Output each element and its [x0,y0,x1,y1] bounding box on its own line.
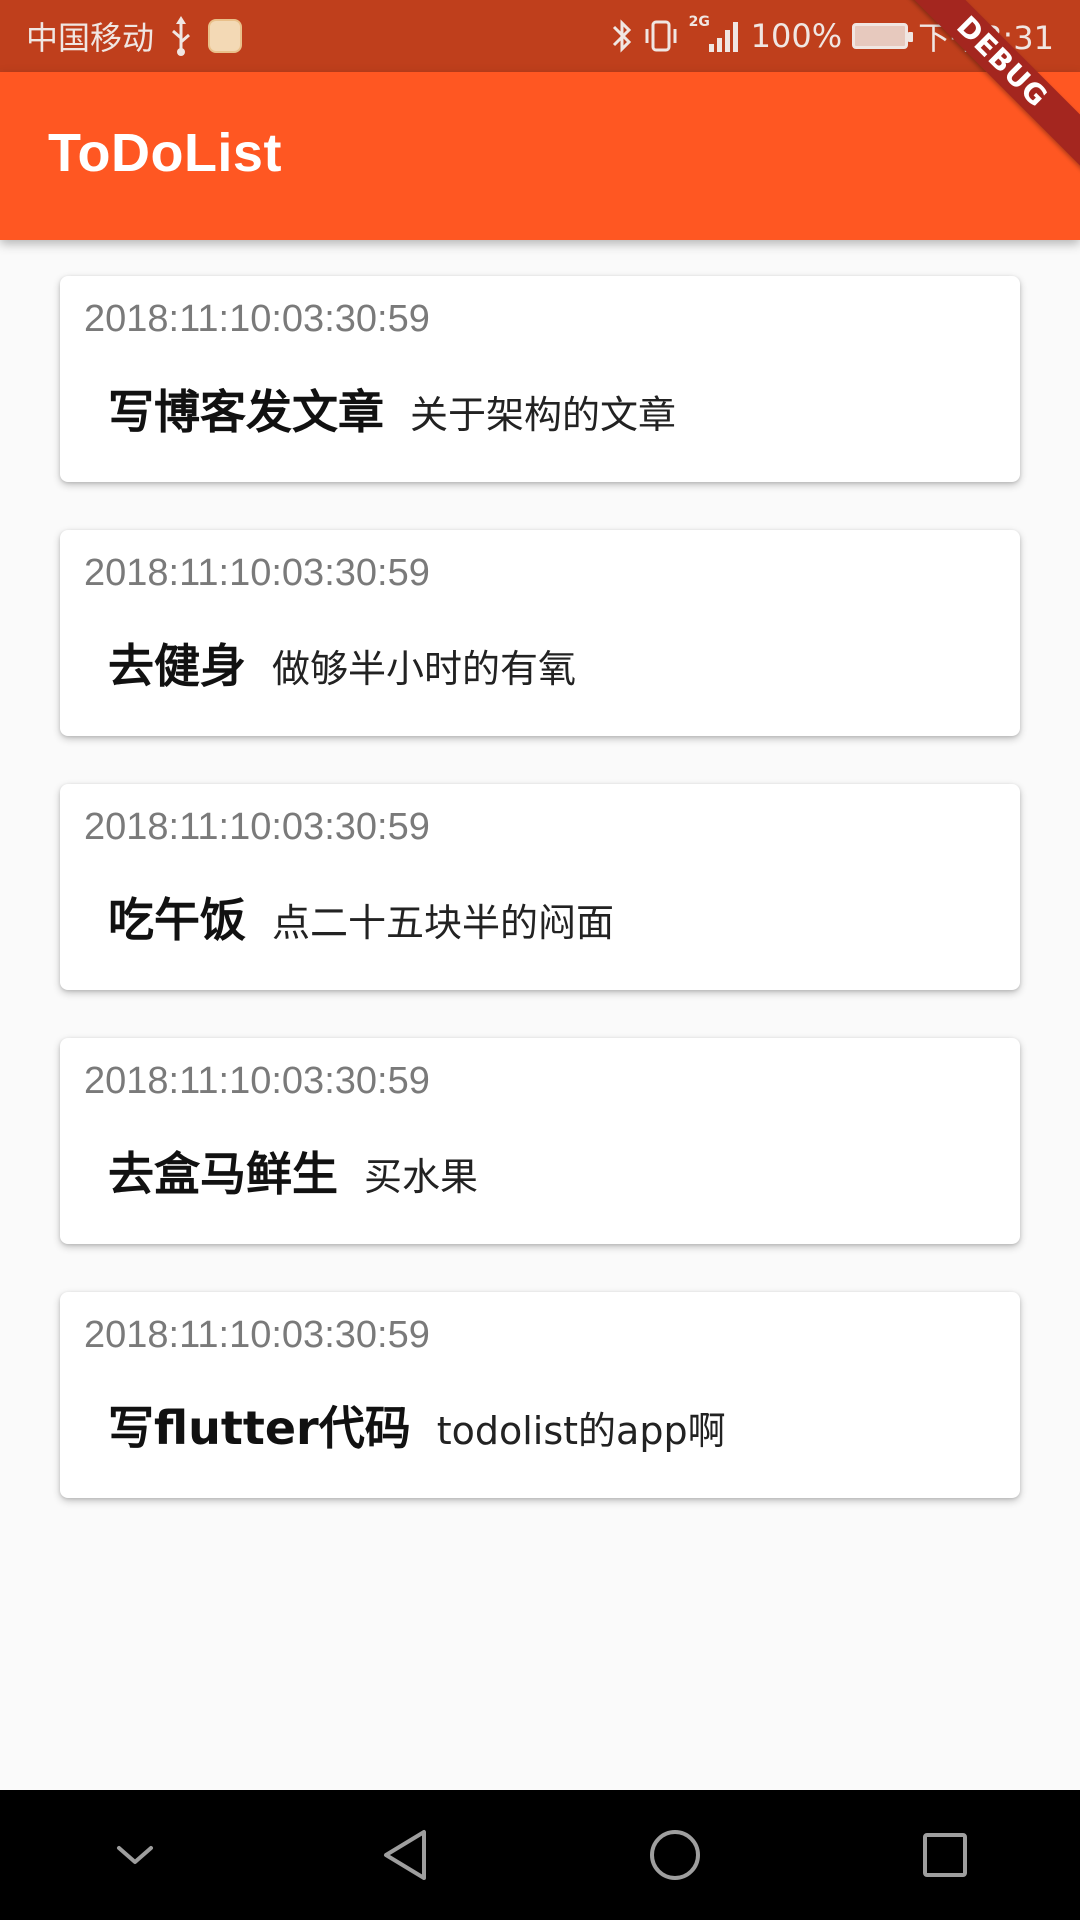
todo-title: 去健身 [108,639,246,693]
todo-description: 买水果 [364,1155,479,1199]
navigation-bar [0,1790,1080,1920]
usb-icon [172,16,191,56]
todo-card[interactable]: 2018:11:10:03:30:59 吃午饭 点二十五块半的闷面 [60,784,1020,990]
todo-time: 2018:11:10:03:30:59 [84,806,430,848]
chevron-down-icon [117,1846,153,1864]
todo-line: 去盒马鲜生 买水果 [108,1138,478,1204]
todo-title: 吃午饭 [108,893,246,947]
back-button[interactable] [360,1810,450,1900]
todo-time: 2018:11:10:03:30:59 [84,1060,430,1102]
signal-group: 2G [689,14,741,56]
app-title: ToDoList [48,123,282,183]
recents-square-icon [923,1833,967,1877]
carrier-label: 中国移动 [26,19,155,57]
todo-description: 点二十五块半的闷面 [272,901,615,945]
todo-title: 去盒马鲜生 [108,1147,338,1201]
status-bar: 中国移动 2G 100% [0,0,1080,72]
todo-card[interactable]: 2018:11:10:03:30:59 写flutter代码 todolist的… [60,1292,1020,1498]
todo-time: 2018:11:10:03:30:59 [84,1314,430,1356]
todo-line: 写博客发文章 关于架构的文章 [108,376,676,442]
battery-icon [852,23,914,49]
todo-line: 去健身 做够半小时的有氧 [108,630,576,696]
todo-time: 2018:11:10:03:30:59 [84,552,430,594]
notification-app-icon [208,19,243,53]
back-triangle-icon [384,1830,426,1880]
signal-icon [708,22,738,52]
todo-title: 写flutter代码 [108,1401,411,1455]
hide-nav-button[interactable] [90,1810,180,1900]
recents-button[interactable] [900,1810,990,1900]
todo-description: 做够半小时的有氧 [272,647,577,691]
todo-list[interactable]: 2018:11:10:03:30:59 写博客发文章 关于架构的文章 2018:… [0,240,1080,1790]
home-button[interactable] [630,1810,720,1900]
battery-percent: 100% [750,17,843,55]
screen: 中国移动 2G 100% ToDoList DEBUG 2018:11:10:0… [0,0,1080,1920]
status-left: 中国移动 [26,0,243,72]
todo-card[interactable]: 2018:11:10:03:30:59 去盒马鲜生 买水果 [60,1038,1020,1244]
home-circle-icon [650,1830,700,1880]
todo-description: 关于架构的文章 [410,393,677,437]
todo-line: 吃午饭 点二十五块半的闷面 [108,884,614,950]
app-bar: ToDoList [0,72,1080,240]
todo-description: todolist的app啊 [436,1409,726,1453]
bluetooth-icon [612,19,631,53]
todo-line: 写flutter代码 todolist的app啊 [108,1392,726,1458]
todo-title: 写博客发文章 [108,385,384,439]
todo-card[interactable]: 2018:11:10:03:30:59 去健身 做够半小时的有氧 [60,530,1020,736]
todo-time: 2018:11:10:03:30:59 [84,298,430,340]
todo-card[interactable]: 2018:11:10:03:30:59 写博客发文章 关于架构的文章 [60,276,1020,482]
vibrate-icon [645,20,677,52]
